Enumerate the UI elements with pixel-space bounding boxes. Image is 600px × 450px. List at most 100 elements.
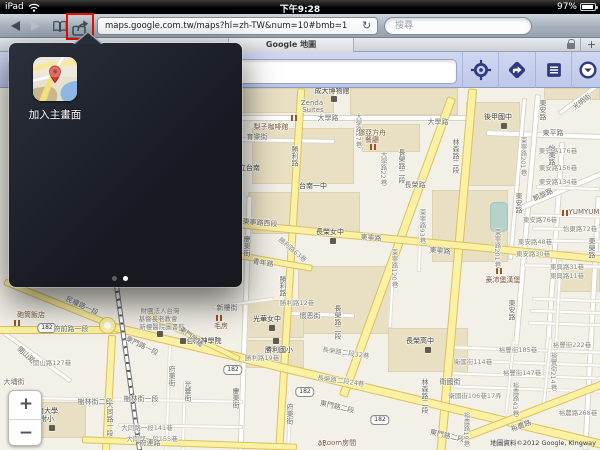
- major-road: [82, 436, 297, 450]
- map-label: 東榮路: [587, 238, 597, 259]
- school-marker-icon: [425, 347, 431, 353]
- map-label: 東平路: [543, 128, 564, 138]
- map-label: 長榮女中: [316, 227, 344, 237]
- map-label: 光華女中: [253, 314, 281, 324]
- map-label: 東寧路: [360, 232, 382, 244]
- map-label: 大同路一段: [105, 402, 115, 437]
- layers-dropdown-icon: [577, 59, 599, 81]
- my-location-button[interactable]: [463, 52, 499, 88]
- lock-icon: [567, 43, 575, 49]
- map-label: 長榮高中: [406, 336, 434, 346]
- battery-icon: [580, 3, 596, 11]
- map-label: 樹林街一段: [124, 394, 159, 404]
- map-label: 府東街: [167, 366, 177, 387]
- map-label: 大埔街: [4, 377, 25, 387]
- map-label: 慶東街: [242, 236, 252, 257]
- map-label: 大學路: [318, 113, 339, 123]
- map-label: 東安路: [507, 300, 517, 321]
- map-label: 東寧路120巷: [389, 249, 399, 287]
- status-bar: iPad 下午9:28 97%: [0, 0, 600, 14]
- share-popover: 加入主畫面: [9, 43, 242, 287]
- map-label: 裕豐街222巷: [553, 339, 591, 349]
- battery-percent: 97%: [557, 2, 577, 12]
- school-marker-icon: [501, 123, 507, 129]
- map-label: 大同路一段141巷: [121, 422, 172, 432]
- map-label: 育樂街: [247, 132, 268, 142]
- map-label: 東安路134巷: [539, 176, 577, 186]
- map-label: 勝利路19巷: [245, 352, 279, 362]
- zoom-out-button[interactable]: −: [9, 419, 43, 447]
- map-label: 大學路22巷: [378, 151, 388, 185]
- add-to-home-label[interactable]: 加入主畫面: [11, 107, 99, 122]
- tab-google-maps[interactable]: Google 地圖: [228, 38, 354, 52]
- map-label: aRoom房間: [318, 438, 356, 448]
- restaurant-marker-icon: [562, 210, 568, 216]
- back-icon[interactable]: [11, 21, 20, 31]
- restaurant-marker-icon: [14, 320, 20, 326]
- reload-icon[interactable]: ↻: [362, 19, 371, 33]
- map-label: 東寧路93巷: [417, 209, 427, 243]
- page-dot: [112, 276, 117, 281]
- map-label: 東安路176巷: [539, 145, 577, 155]
- search-input[interactable]: [384, 17, 532, 35]
- restaurant-marker-icon: [496, 268, 502, 274]
- map-label: YUMYUM: [569, 208, 600, 216]
- map-label: 光華街: [183, 381, 193, 402]
- map-label: 長榮路: [405, 180, 426, 190]
- school-marker-icon: [273, 338, 279, 344]
- map-label: 懷恩街: [300, 311, 321, 321]
- map-label: 砲筒飯店: [17, 310, 45, 320]
- map-label: 裕農路19巷: [461, 412, 471, 446]
- map-zoom-control: + −: [8, 390, 42, 446]
- school-marker-icon: [269, 325, 275, 331]
- map-label: 府連路: [140, 438, 161, 448]
- map-label: 豪沛堡漢堡: [486, 275, 521, 285]
- map-label: 衛國街114巷: [454, 356, 492, 366]
- zoom-in-button[interactable]: +: [9, 391, 43, 419]
- ipad-screen: iPad 下午9:28 97% ↻ Google: [0, 0, 600, 450]
- map-label: 新樓街: [217, 303, 238, 313]
- map-label: 林森路二段: [420, 379, 430, 414]
- route-shield: 182: [295, 387, 314, 397]
- map-label: 裕豐街185巷: [499, 344, 537, 354]
- add-to-home-app-icon[interactable]: [33, 57, 77, 101]
- page-dot-active: [123, 276, 128, 281]
- map-label: 長榮路二段: [333, 305, 343, 340]
- map-label: 東安路48巷: [518, 236, 552, 246]
- map-label: 東興路11巷: [550, 270, 584, 280]
- url-field[interactable]: [97, 17, 378, 35]
- map-label: 裕豐街214巷: [548, 352, 558, 390]
- map-label: 怡東路: [547, 145, 557, 166]
- map-copyright: 地圖資料©2012 Google, Kingway: [490, 437, 596, 447]
- map-label: 梨子咖啡館: [254, 122, 289, 132]
- directions-icon: [506, 59, 528, 81]
- route-shield: 182: [370, 415, 389, 425]
- map-label: 裕農路268巷: [559, 407, 597, 417]
- map-label: 衛國街: [440, 377, 461, 387]
- new-tab-button[interactable]: +: [583, 38, 600, 52]
- map-label: 慶東街: [231, 388, 241, 409]
- map-label: 開山路127巷: [33, 357, 71, 367]
- map-label: 大學路: [428, 117, 449, 127]
- list-button[interactable]: [536, 52, 572, 88]
- directions-button[interactable]: [499, 52, 535, 88]
- map-label: 餐廳: [365, 135, 379, 145]
- map-label: 裕農路43巷: [510, 382, 520, 416]
- forward-icon[interactable]: [31, 21, 40, 31]
- map-label: 東寧路201巷: [518, 137, 528, 175]
- map-label: 成大博物館: [315, 88, 350, 96]
- school-marker-icon: [49, 425, 55, 431]
- map-label: 東安路: [538, 100, 548, 121]
- map-label: 東門路二段: [319, 398, 355, 416]
- map-label: 勝利路: [290, 146, 300, 167]
- route-shield: 182: [223, 365, 242, 375]
- map-label: 青年路: [252, 257, 274, 270]
- map-label: 東安路76巷: [523, 214, 557, 224]
- layers-dropdown-button[interactable]: [570, 52, 600, 88]
- map-label: 裕豐街147巷: [503, 367, 541, 377]
- pond: [490, 202, 508, 232]
- map-label: 勝利路: [278, 276, 288, 297]
- map-label: 東安路: [514, 193, 524, 214]
- map-label: 東寧路201巷: [492, 229, 502, 267]
- my-location-icon: [470, 59, 492, 81]
